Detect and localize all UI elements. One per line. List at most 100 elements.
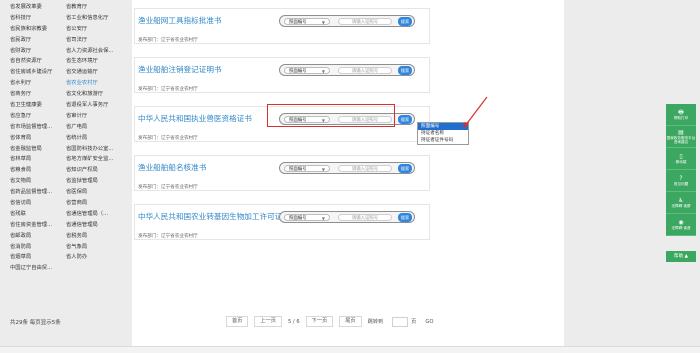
department-link[interactable]: 省市场监督管理... xyxy=(10,122,66,133)
search-type-select[interactable]: 照面编号 ▼ xyxy=(284,18,330,25)
next-page-button[interactable]: 下一页 xyxy=(305,316,334,327)
search-box: 照面编号 ▼ 请输入证照号 搜索 xyxy=(279,15,415,27)
certificate-title[interactable]: 中华人民共和国执业兽医资格证书 xyxy=(138,113,252,124)
certificate-card: 中华人民共和国农业转基因生物加工许可证 发布部门：辽宁省农业农村厅 照面编号 ▼ 请输入… xyxy=(134,204,430,240)
chevron-down-icon: ▼ xyxy=(321,69,325,74)
department-link[interactable]: 省文化和旅游厅 xyxy=(66,89,122,100)
search-button[interactable]: 搜索 xyxy=(398,17,412,26)
department-link[interactable]: 省消防局 xyxy=(10,242,66,253)
department-link[interactable]: 省人力资源社会保... xyxy=(66,46,122,57)
search-type-select[interactable]: 照面编号 ▼ xyxy=(284,214,330,221)
highlight-box xyxy=(267,104,395,127)
department-link[interactable]: 省生态环境厅 xyxy=(66,56,122,67)
pager-info: 共29条 每页显示5条 xyxy=(10,320,61,326)
department-link[interactable]: 省文物局 xyxy=(10,176,66,187)
jump-label: 跳转到 xyxy=(367,319,384,325)
department-link[interactable]: 省邮政局 xyxy=(10,231,66,242)
last-page-button[interactable]: 尾页 xyxy=(339,316,362,327)
publish-department: 发布部门：辽宁省农业农村厅 xyxy=(138,87,198,92)
department-link[interactable]: 省烟草局 xyxy=(10,252,66,263)
department-link[interactable]: 省国防科技办公室... xyxy=(66,144,122,155)
go-button[interactable]: GO xyxy=(425,319,433,325)
department-link[interactable]: 省住房城乡建设厅 xyxy=(10,67,66,78)
department-link[interactable]: 省药品监督管理... xyxy=(10,187,66,198)
toolbar-item[interactable]: ? 常见问题 xyxy=(666,170,696,192)
department-link[interactable]: 省自然资源厅 xyxy=(10,56,66,67)
department-list: 省发展改革委 省教育厅 省科技厅 省工业和信息化厅 省民族和宗教委 省公安厅 省民政厅 省司法… xyxy=(10,2,122,274)
department-link[interactable]: 省气象局 xyxy=(66,242,122,253)
department-link[interactable]: 中国辽宁自由贸... xyxy=(10,263,66,274)
search-box: 照面编号 ▼ 请输入证照号 搜索 xyxy=(279,211,415,223)
license-number-input[interactable]: 请输入证照号 xyxy=(338,18,392,25)
department-link[interactable]: 省监狱管理局 xyxy=(66,176,122,187)
toolbar-item[interactable]: ♿ 无障碍·读屏 xyxy=(666,192,696,214)
search-type-dropdown[interactable]: 照面编号 持证者名称 持证者证件号码 xyxy=(417,122,469,145)
toolbar-item[interactable]: ▯ 移动端 xyxy=(666,148,696,170)
department-link[interactable]: 省金融监管局 xyxy=(10,144,66,155)
department-link[interactable]: 省营商局 xyxy=(66,198,122,209)
toolbar-item[interactable]: 🖶 帮助打印 xyxy=(666,104,696,126)
department-link[interactable]: 省体育局 xyxy=(10,133,66,144)
department-link[interactable]: 省住房资金管理... xyxy=(10,220,66,231)
department-link[interactable]: 省广电局 xyxy=(66,122,122,133)
search-type-select[interactable]: 照面编号 ▼ xyxy=(284,165,330,172)
department-link[interactable]: 省民政厅 xyxy=(10,35,66,46)
department-link[interactable]: 省公安厅 xyxy=(66,24,122,35)
department-link[interactable]: 省发展改革委 xyxy=(10,2,66,13)
certificate-card: 渔业船舶船名核准书 发布部门：辽宁省农业农村厅 照面编号 ▼ 请输入证照号 搜索 xyxy=(134,155,430,191)
certificate-title[interactable]: 渔业船网工具指标批准书 xyxy=(138,15,222,26)
department-link[interactable]: 省统计局 xyxy=(66,133,122,144)
back-to-top-button[interactable]: 帮助 ▲ xyxy=(666,251,696,262)
department-link[interactable]: 省信访局 xyxy=(10,198,66,209)
department-link[interactable]: 省退役军人事务厅 xyxy=(66,100,122,111)
search-button[interactable]: 搜索 xyxy=(398,213,412,222)
license-number-input[interactable]: 请输入证照号 xyxy=(338,165,392,172)
department-link[interactable]: 省粮食局 xyxy=(10,165,66,176)
dropdown-option[interactable]: 持证者证件号码 xyxy=(418,137,468,144)
department-link[interactable]: 省残联 xyxy=(10,209,66,220)
department-link[interactable]: 省农业农村厅 xyxy=(66,78,122,89)
department-link[interactable]: 省交通运输厅 xyxy=(66,67,122,78)
department-link[interactable]: 省通信管理局 xyxy=(66,220,122,231)
department-link[interactable]: 省医保局 xyxy=(66,187,122,198)
department-link[interactable]: 省地方煤矿安全监... xyxy=(66,154,122,165)
chevron-down-icon: ▼ xyxy=(321,167,325,172)
department-link[interactable]: 省工业和信息化厅 xyxy=(66,13,122,24)
department-link[interactable]: 省林草局 xyxy=(10,154,66,165)
department-link[interactable]: 省财政厅 xyxy=(10,46,66,57)
license-number-input[interactable]: 请输入证照号 xyxy=(338,214,392,221)
certificate-card: 渔业船网工具指标批准书 发布部门：辽宁省农业农村厅 照面编号 ▼ 请输入证照号 搜索 xyxy=(134,8,430,44)
search-button[interactable]: 搜索 xyxy=(398,66,412,75)
certificate-title[interactable]: 中华人民共和国农业转基因生物加工许可证 xyxy=(138,211,282,222)
page-number-input[interactable] xyxy=(392,316,409,327)
department-link[interactable]: 省水利厅 xyxy=(10,78,66,89)
department-link[interactable]: 省应急厅 xyxy=(10,111,66,122)
license-number-input[interactable]: 请输入证照号 xyxy=(338,67,392,74)
department-link[interactable]: 省教育厅 xyxy=(66,2,122,13)
department-link[interactable]: 省商务厅 xyxy=(10,89,66,100)
search-type-select[interactable]: 照面编号 ▼ xyxy=(284,67,330,74)
department-link[interactable]: 省科技厅 xyxy=(10,13,66,24)
department-link[interactable]: 省知识产权局 xyxy=(66,165,122,176)
department-link[interactable]: 省人防办 xyxy=(66,252,122,263)
department-link[interactable]: 省税务局 xyxy=(66,231,122,242)
toolbar-label: 帮助打印 xyxy=(673,115,689,120)
department-link[interactable]: 省民族和宗教委 xyxy=(10,24,66,35)
department-link[interactable]: 省司法厅 xyxy=(66,35,122,46)
search-button[interactable]: 搜索 xyxy=(398,164,412,173)
prev-page-button[interactable]: 上一页 xyxy=(254,316,282,327)
toolbar-item[interactable]: ▤ 国家政务服务平台咨询建议 xyxy=(666,126,696,148)
department-link[interactable]: 省卫生健康委 xyxy=(10,100,66,111)
certificate-title[interactable]: 渔业船舶注销登记证明书 xyxy=(138,64,222,75)
certificate-title[interactable]: 渔业船舶船名核准书 xyxy=(138,162,206,173)
dropdown-option[interactable]: 持证者名称 xyxy=(418,130,468,137)
search-button[interactable]: 搜索 xyxy=(398,115,412,124)
eye-icon: ◉ xyxy=(678,218,684,226)
search-box: 照面编号 ▼ 请输入证照号 搜索 xyxy=(279,162,415,174)
first-page-button[interactable]: 首页 xyxy=(226,316,249,327)
certificate-card: 渔业船舶注销登记证明书发布部门：辽宁省农业农村厅 照面编号 ▼ 请输入证照号 搜索 xyxy=(134,57,430,93)
department-link[interactable]: 省审计厅 xyxy=(66,111,122,122)
department-link[interactable]: 省通信管理局（... xyxy=(66,209,122,220)
dropdown-option[interactable]: 照面编号 xyxy=(418,123,468,130)
toolbar-item[interactable]: ◉ 无障碍·读音 xyxy=(666,214,696,236)
